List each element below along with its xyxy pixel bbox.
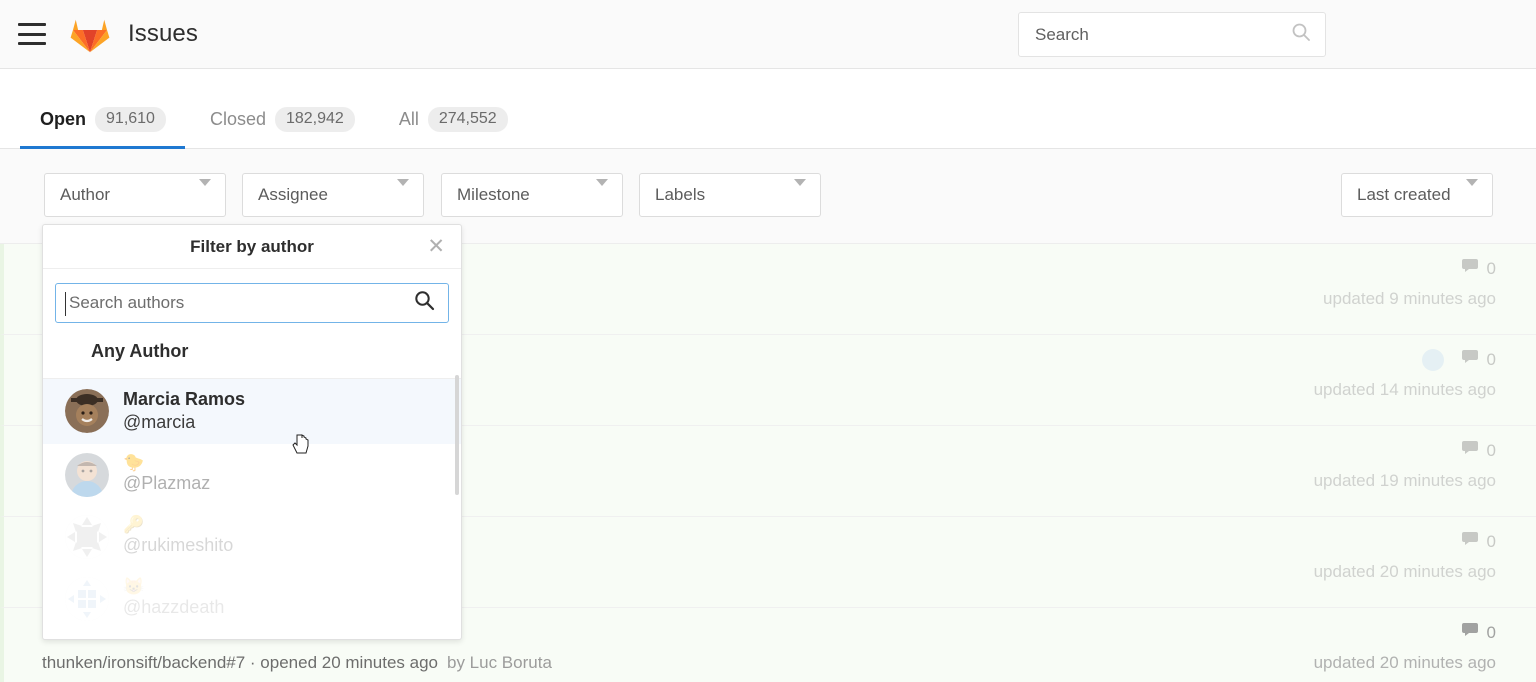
avatar	[65, 389, 109, 434]
top-navbar: Issues	[0, 0, 1536, 69]
filter-milestone-dropdown[interactable]: Milestone	[441, 173, 623, 217]
sort-dropdown[interactable]: Last created	[1341, 173, 1493, 217]
gitlab-logo-icon[interactable]	[70, 15, 110, 53]
text-cursor	[65, 292, 66, 316]
avatar	[65, 576, 109, 621]
chevron-down-icon	[794, 179, 806, 203]
author-username: @Plazmaz	[123, 473, 211, 494]
chevron-down-icon	[199, 179, 211, 203]
issue-reference: thunken/ironsift/backend#7 · opened 20 m…	[42, 653, 438, 672]
search-input[interactable]	[1033, 23, 1268, 46]
tab-closed-label: Closed	[209, 108, 266, 129]
author-username: @hazzdeath	[123, 597, 225, 618]
issue-meta: thunken/ironsift/backend#7 · opened 20 m…	[42, 653, 1496, 673]
author-name-emoji: 🐤	[123, 453, 145, 473]
issue-row-right: 0 updated 20 minutes ago	[1314, 622, 1496, 673]
issue-row-right: 0 updated 9 minutes ago	[1323, 258, 1496, 309]
comment-count: 0	[1314, 440, 1496, 462]
filter-milestone-label: Milestone	[457, 185, 530, 204]
author-search-input[interactable]	[67, 292, 387, 314]
close-icon[interactable]: ✕	[427, 236, 445, 257]
issue-row-right: 0 updated 19 minutes ago	[1314, 440, 1496, 491]
author-name-emoji: 😺	[123, 577, 145, 597]
dropdown-scrollbar[interactable]	[455, 375, 459, 495]
author-filter-dropdown: Filter by author ✕ Any Author	[42, 224, 462, 640]
author-option-text: 😺 @hazzdeath	[123, 578, 224, 619]
filter-labels-label: Labels	[655, 185, 706, 204]
filter-labels-dropdown[interactable]: Labels	[639, 173, 821, 217]
comment-icon	[1461, 531, 1481, 553]
search-icon	[1291, 22, 1311, 47]
author-option-plazmaz[interactable]: 🐤 @Plazmaz	[43, 444, 461, 506]
issue-author: by Luc Boruta	[447, 653, 552, 672]
avatar	[65, 452, 109, 497]
author-option-rukimeshito[interactable]: 🔑 @rukimeshito	[43, 506, 461, 568]
tabs: Open 91,610 Closed 182,942 All 274,552	[40, 89, 552, 149]
author-option-text: Marcia Ramos @marcia	[123, 388, 245, 435]
tab-all-count: 274,552	[427, 106, 508, 132]
issue-row-right: 0 updated 14 minutes ago	[1314, 349, 1496, 400]
page-title: Issues	[128, 20, 198, 47]
tab-open[interactable]: Open 91,610	[40, 89, 188, 149]
updated-timestamp: updated 9 minutes ago	[1323, 289, 1496, 308]
author-option-text: 🐤 @Plazmaz	[123, 454, 210, 495]
updated-timestamp: updated 19 minutes ago	[1313, 471, 1496, 490]
chevron-down-icon	[1466, 179, 1478, 203]
tab-all-label: All	[398, 108, 419, 129]
filter-assignee-label: Assignee	[258, 185, 328, 204]
comment-count-value: 0	[1486, 623, 1496, 642]
comment-count-value: 0	[1486, 259, 1496, 278]
chevron-down-icon	[596, 179, 608, 203]
comment-icon	[1461, 349, 1481, 371]
issue-state-tabbar: Open 91,610 Closed 182,942 All 274,552 N…	[0, 69, 1536, 203]
author-name-emoji: 🔑	[123, 515, 145, 535]
author-option-any[interactable]: Any Author	[43, 323, 461, 379]
tab-open-label: Open	[40, 108, 87, 129]
chevron-down-icon	[397, 179, 409, 203]
tab-all[interactable]: All 274,552	[399, 89, 530, 149]
tab-open-count: 91,610	[95, 106, 166, 132]
comment-count-value: 0	[1486, 532, 1496, 551]
comment-count: 0	[1314, 622, 1496, 644]
filter-author-dropdown[interactable]: Author	[44, 173, 226, 217]
author-filter-header: Filter by author ✕	[43, 225, 461, 269]
comment-count: 0	[1314, 531, 1496, 553]
updated-timestamp: updated 20 minutes ago	[1313, 562, 1496, 581]
updated-timestamp: updated 14 minutes ago	[1313, 380, 1496, 399]
avatar	[65, 514, 109, 559]
tab-closed[interactable]: Closed 182,942	[210, 89, 377, 149]
updated-timestamp: updated 20 minutes ago	[1313, 653, 1496, 672]
issue-row-right: 0 updated 20 minutes ago	[1314, 531, 1496, 582]
author-search-field[interactable]	[55, 283, 449, 323]
author-username: @rukimeshito	[123, 535, 234, 556]
global-search[interactable]	[1018, 12, 1326, 57]
comment-icon	[1461, 622, 1481, 644]
search-icon	[414, 290, 435, 316]
comment-count-value: 0	[1486, 441, 1496, 460]
author-option-hazzdeath[interactable]: 😺 @hazzdeath	[43, 568, 461, 630]
comment-count: 0	[1323, 258, 1496, 280]
hamburger-icon[interactable]	[18, 23, 46, 45]
sort-label: Last created	[1357, 185, 1451, 204]
avatar[interactable]	[1421, 349, 1444, 371]
tab-closed-count: 182,942	[274, 106, 355, 132]
author-name: Marcia Ramos	[123, 389, 246, 409]
comment-count-value: 0	[1486, 350, 1496, 369]
author-filter-title: Filter by author	[190, 236, 314, 256]
filter-author-label: Author	[60, 185, 111, 204]
author-option-text: 🔑 @rukimeshito	[123, 516, 233, 557]
author-username: @marcia	[123, 412, 196, 433]
author-option-marcia[interactable]: Marcia Ramos @marcia	[43, 379, 461, 444]
filter-assignee-dropdown[interactable]: Assignee	[242, 173, 424, 217]
comment-icon	[1461, 440, 1481, 462]
comment-count: 0	[1314, 349, 1496, 371]
comment-icon	[1461, 258, 1481, 280]
